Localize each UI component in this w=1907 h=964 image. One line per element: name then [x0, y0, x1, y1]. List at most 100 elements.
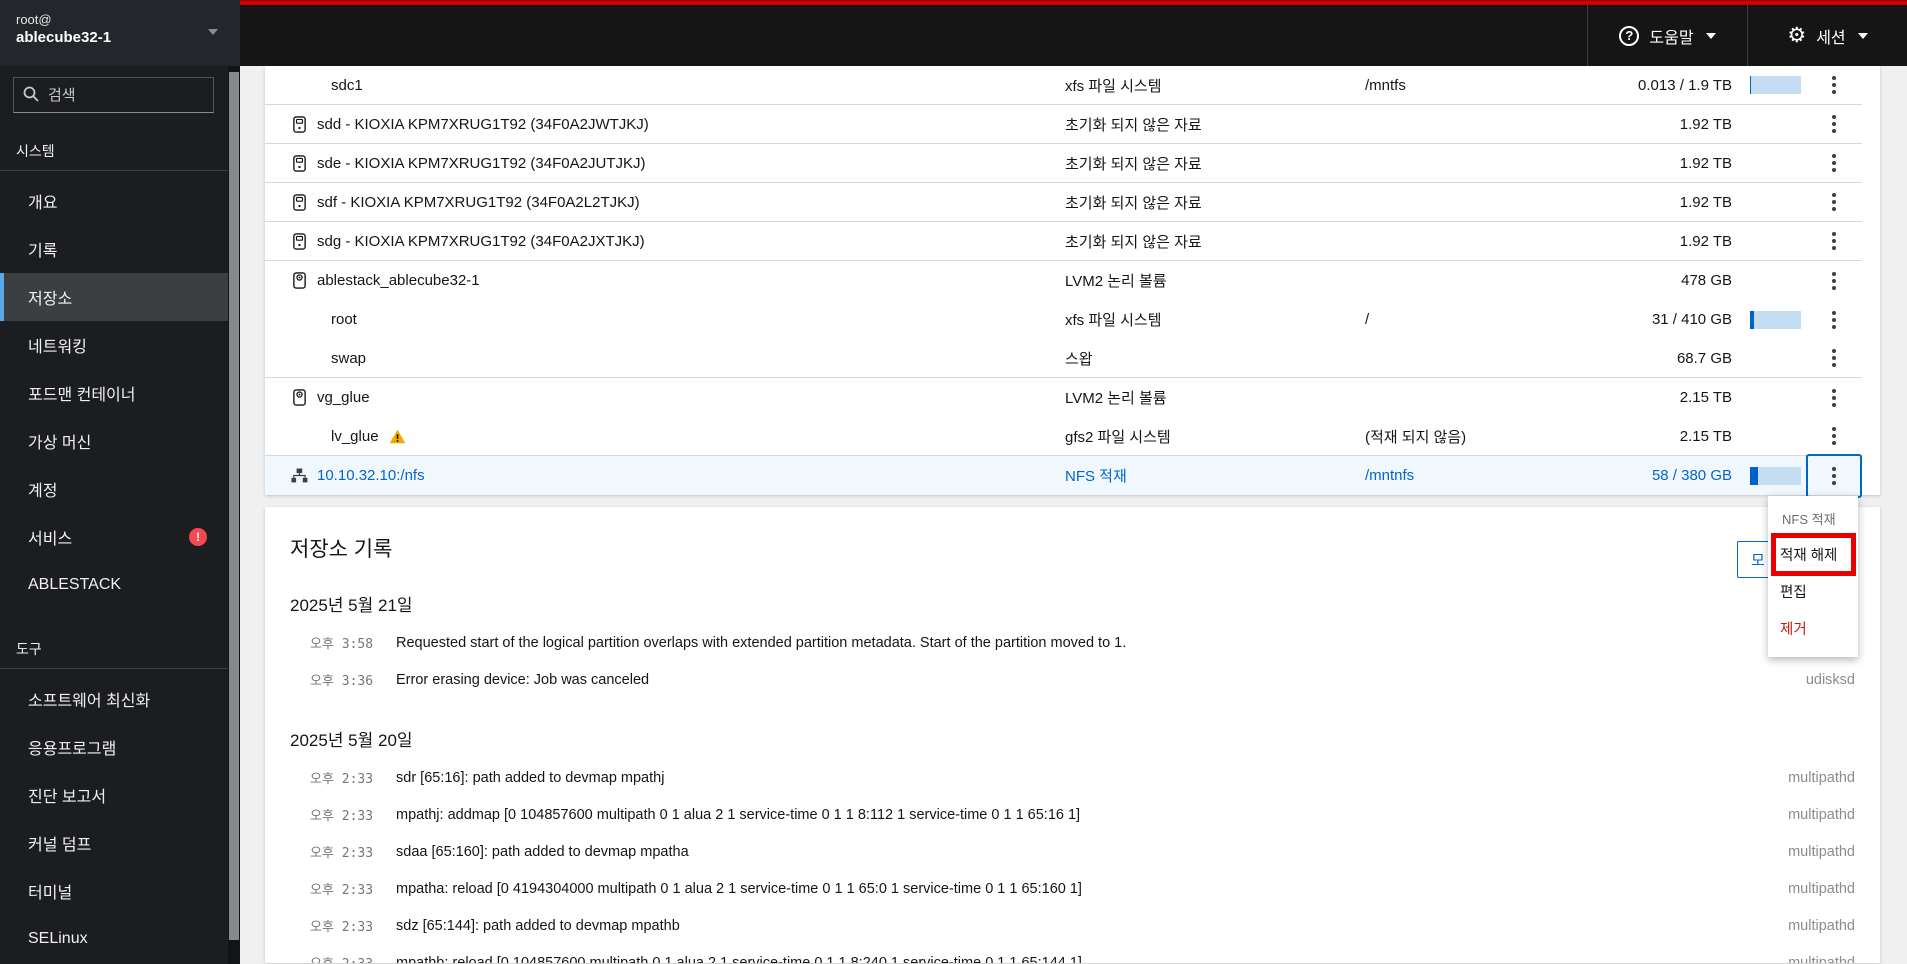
table-row[interactable]: sdg - KIOXIA KPM7XRUG1T92 (34F0A2JXTJKJ)… — [265, 222, 1862, 261]
sidebar-item-ABLESTACK[interactable]: ABLESTACK — [0, 561, 240, 609]
session-menu[interactable]: ⚙ 세션 — [1747, 5, 1907, 66]
kebab-menu-button[interactable] — [1822, 266, 1846, 296]
table-row[interactable]: sde - KIOXIA KPM7XRUG1T92 (34F0A2JUTJKJ)… — [265, 144, 1862, 183]
help-menu[interactable]: ? 도움말 — [1587, 5, 1747, 66]
size-value: 68.7 GB — [1676, 349, 1732, 367]
content-type: LVM2 논리 볼륨 — [1065, 273, 1167, 290]
table-row[interactable]: vg_glue LVM2 논리 볼륨 2.15 TB — [265, 378, 1862, 417]
kebab-cell — [1806, 187, 1862, 217]
sidebar-item-포드맨 컨테이너[interactable]: 포드맨 컨테이너 — [0, 369, 240, 417]
size-value: 58 / 380 GB — [1651, 467, 1732, 484]
table-row[interactable]: sdd - KIOXIA KPM7XRUG1T92 (34F0A2JWTJKJ)… — [265, 105, 1862, 144]
table-row[interactable]: lv_glue gfs2 파일 시스템 (적재 되지 않음) 2.15 TB — [265, 417, 1862, 456]
log-entry: 오후 2:33 sdr [65:16]: path added to devmap… — [290, 759, 1855, 796]
host-switcher[interactable]: root@ ablecube32-1 — [0, 0, 240, 66]
kebab-menu-button[interactable] — [1822, 421, 1846, 451]
sidebar-item-응용프로그램[interactable]: 응용프로그램 — [0, 723, 240, 771]
kebab-menu-button[interactable] — [1822, 187, 1846, 217]
usage-bar-track — [1750, 310, 1801, 329]
device-name: sdg - KIOXIA KPM7XRUG1T92 (34F0A2JXTJKJ) — [317, 232, 645, 250]
device-name-cell: sdd - KIOXIA KPM7XRUG1T92 (34F0A2JWTJKJ) — [265, 116, 1065, 133]
sidebar-item-label: 포드맨 컨테이너 — [28, 387, 136, 404]
table-row[interactable]: sdf - KIOXIA KPM7XRUG1T92 (34F0A2L2TJKJ)… — [265, 183, 1862, 222]
masthead-toolbar: ? 도움말 ⚙ 세션 — [1587, 5, 1907, 66]
kebab-cell — [1806, 148, 1862, 178]
menu-item-편집[interactable]: 편집 — [1768, 573, 1858, 610]
table-row[interactable]: swap 스왑 68.7 GB — [265, 339, 1862, 378]
context-menu-header: NFS 적재 — [1782, 512, 1836, 527]
network-icon — [291, 468, 308, 483]
usage-bar — [1750, 389, 1801, 407]
volume-group-icon — [291, 389, 308, 406]
usage-bar — [1750, 310, 1801, 329]
divider — [0, 668, 240, 669]
sidebar-item-가상 머신[interactable]: 가상 머신 — [0, 417, 240, 465]
sidebar: 시스템 개요기록저장소네트워킹포드맨 컨테이너가상 머신계정서비스! ABLEST… — [0, 66, 240, 964]
log-entry: 오후 2:33 sdz [65:144]: path added to devma… — [290, 907, 1855, 944]
sidebar-item-저장소[interactable]: 저장소 — [0, 273, 240, 321]
size-value: 1.92 TB — [1679, 193, 1732, 211]
device-name-cell: vg_glue — [265, 389, 1065, 406]
menu-item-제거[interactable]: 제거 — [1768, 610, 1858, 647]
sidebar-item-진단 보고서[interactable]: 진단 보고서 — [0, 771, 240, 819]
search-icon — [23, 86, 39, 107]
content-type: 스왑 — [1065, 350, 1093, 368]
log-entry: 오후 2:33 sdaa [65:160]: path added to devm… — [290, 833, 1855, 870]
usage-bar-track — [1750, 76, 1801, 94]
session-label: 세션 — [1816, 29, 1846, 47]
device-name[interactable]: 10.10.32.10:/nfs — [317, 467, 425, 484]
log-entry-source: multipathd — [1788, 880, 1855, 897]
table-row[interactable]: 10.10.32.10:/nfs NFS 적재/mntnfs 58 / 380 GB — [265, 453, 1862, 498]
sidebar-item-계정[interactable]: 계정 — [0, 465, 240, 513]
storage-logs-card: 저장소 기록 2025년 5월 21일 오후 3:58 Requested star… — [265, 507, 1880, 963]
log-entry-source: multipathd — [1788, 843, 1855, 860]
menu-item-적재 해제[interactable]: 적재 해제 — [1768, 533, 1858, 576]
sidebar-item-SELinux[interactable]: SELinux — [0, 915, 240, 963]
sidebar-item-커널 덤프[interactable]: 커널 덤프 — [0, 819, 240, 867]
kebab-menu-button[interactable] — [1822, 305, 1846, 335]
disk-icon — [291, 193, 308, 211]
sidebar-item-서비스[interactable]: 서비스! — [0, 513, 240, 561]
kebab-cell — [1806, 305, 1862, 335]
device-name: swap — [331, 349, 367, 367]
search-input[interactable] — [13, 77, 214, 113]
warning-icon — [389, 429, 406, 444]
sidebar-scrollbar-thumb[interactable] — [229, 72, 239, 940]
sidebar-item-label: 터미널 — [28, 885, 73, 902]
log-entries: 오후 2:33 sdr [65:16]: path added to devmap… — [290, 759, 1855, 964]
kebab-menu-button[interactable] — [1822, 226, 1846, 256]
table-row[interactable]: ablestack_ablecube32-1 LVM2 논리 볼륨 478 GB — [265, 261, 1862, 300]
sidebar-item-기록[interactable]: 기록 — [0, 225, 240, 273]
row-context-menu: NFS 적재 적재 해제 편집 제거 — [1768, 496, 1858, 657]
usage-bar — [1750, 272, 1801, 290]
log-entry: 오후 3:58 Requested start of the logical pa… — [290, 624, 1855, 661]
table-row[interactable]: root xfs 파일 시스템 / 31 / 410 GB — [265, 300, 1862, 339]
sidebar-item-label: 응용프로그램 — [28, 741, 117, 758]
kebab-menu-button[interactable] — [1822, 343, 1846, 373]
table-row[interactable]: sdc1 xfs 파일 시스템/mntfs 0.013 / 1.9 TB — [265, 66, 1862, 105]
kebab-cell — [1806, 109, 1862, 139]
kebab-menu-button[interactable] — [1822, 70, 1846, 100]
device-name: lv_glue — [331, 427, 379, 445]
sidebar-item-소프트웨어 최신화[interactable]: 소프트웨어 최신화 — [0, 675, 240, 723]
content-type: 초기화 되지 않은 자료 — [1065, 194, 1202, 212]
kebab-menu-button[interactable] — [1822, 109, 1846, 139]
sidebar-item-터미널[interactable]: 터미널 — [0, 867, 240, 915]
chevron-down-icon — [208, 29, 218, 35]
alert-badge: ! — [189, 528, 207, 546]
content-type: xfs 파일 시스템 — [1065, 312, 1162, 329]
log-entry-source: multipathd — [1788, 954, 1855, 964]
log-entry-source: udisksd — [1805, 671, 1855, 688]
kebab-menu-button[interactable] — [1822, 148, 1846, 178]
sidebar-item-개요[interactable]: 개요 — [0, 177, 240, 225]
kebab-menu-button[interactable] — [1806, 453, 1862, 498]
log-entry-message: sdaa [65:160]: path added to devmap mpat… — [396, 843, 689, 860]
sidebar-item-네트워킹[interactable]: 네트워킹 — [0, 321, 240, 369]
sidebar-item-label: 계정 — [28, 483, 58, 500]
disk-icon — [291, 232, 308, 250]
kebab-menu-button[interactable] — [1822, 383, 1846, 413]
content-type: 초기화 되지 않은 자료 — [1065, 233, 1202, 251]
sidebar-scrollbar[interactable] — [228, 66, 240, 964]
storage-devices-table: sdc1 xfs 파일 시스템/mntfs 0.013 / 1.9 TB sdd - … — [265, 66, 1880, 498]
sidebar-item-label: 네트워킹 — [28, 339, 87, 356]
